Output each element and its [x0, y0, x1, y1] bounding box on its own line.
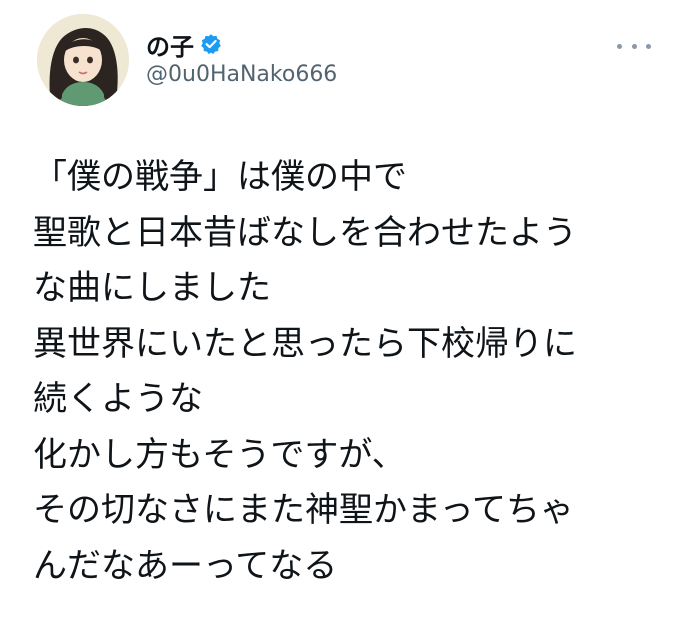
name-row: の子 [146, 27, 337, 62]
more-dot [617, 43, 622, 49]
tweet-text-line: 聖歌と日本昔ばなしを合わせたよう [33, 212, 577, 253]
tweet-text-line: 「僕の戦争」は僕の中で [33, 157, 407, 197]
tweet-card: の子 @0u0HaNako666 「僕の戦争」は僕の中で 聖歌と日本昔ばなしを合… [0, 0, 680, 638]
tweet-text-line: 続くような [33, 379, 203, 419]
avatar[interactable] [37, 14, 129, 106]
tweet-text: 「僕の戦争」は僕の中で 聖歌と日本昔ばなしを合わせたよう な曲にしました 異世界… [33, 150, 663, 594]
tweet-text-line: んだなあーってなる [33, 545, 338, 586]
more-dot [631, 43, 637, 49]
tweet-text-line: 異世界にいたと思ったら下校帰りに [33, 323, 577, 364]
display-name[interactable]: の子 [146, 27, 194, 62]
user-info: の子 @0u0HaNako666 [146, 27, 337, 88]
more-options-icon[interactable] [617, 36, 651, 56]
more-dot [646, 43, 651, 49]
tweet-text-line: その切なさにまた神聖かまってちゃ [33, 490, 574, 530]
verified-badge-icon [200, 33, 222, 55]
tweet-text-line: 化かし方もそうですが、 [33, 434, 406, 475]
tweet-text-line: な曲にしました [33, 268, 271, 308]
user-handle[interactable]: @0u0HaNako666 [146, 62, 337, 87]
